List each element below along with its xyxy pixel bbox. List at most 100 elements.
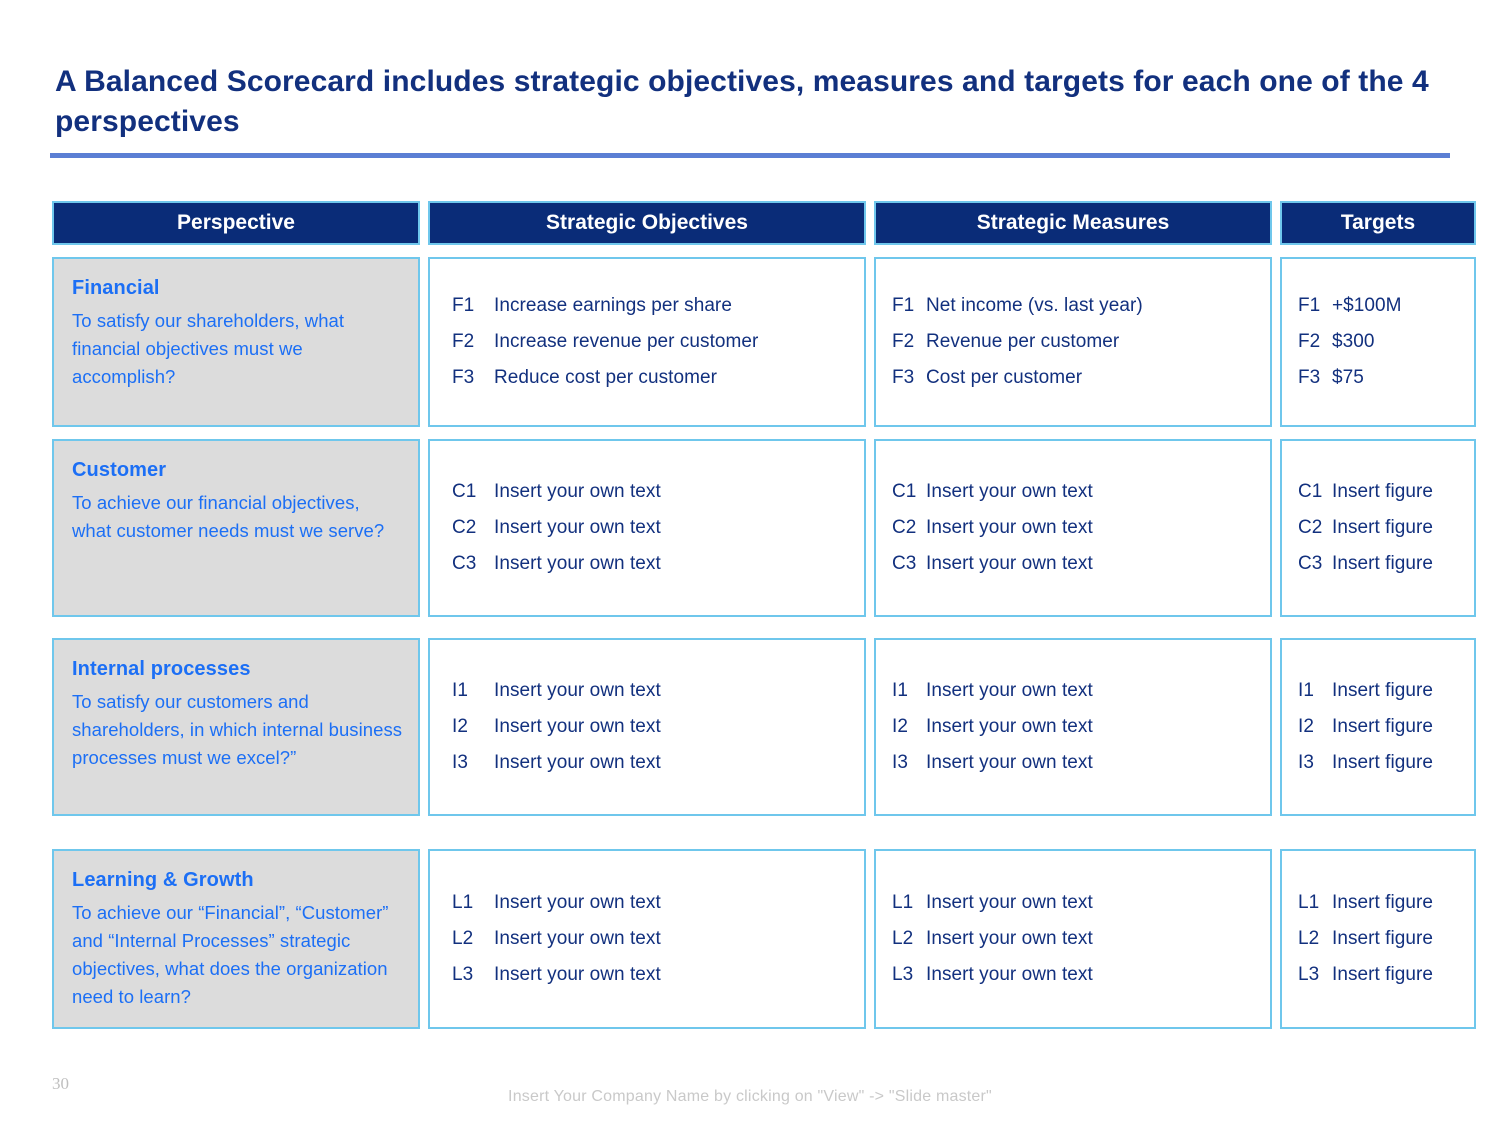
item-text: Insert your own text [494,716,661,737]
item-text: Insert your own text [494,553,661,574]
targets-list: F1 +$100M F2 $300 F3 $75 [1282,295,1474,389]
measures-list: L1 Insert your own text L2 Insert your o… [876,892,1270,986]
item-text: Insert your own text [926,892,1093,913]
perspective-cell-learning-growth: Learning & Growth To achieve our “Financ… [52,849,420,1029]
list-item: F1 +$100M [1298,295,1464,317]
item-code: I2 [452,716,468,737]
column-header-strategic-measures: Strategic Measures [874,201,1272,245]
list-item: C2 Insert figure [1298,517,1464,539]
item-code: I1 [892,680,908,701]
item-text: Insert your own text [926,716,1093,737]
item-text: Insert your own text [926,553,1093,574]
list-item: F1 Increase earnings per share [452,295,854,317]
item-code: L3 [1298,964,1320,985]
list-item: L1 Insert figure [1298,892,1464,914]
item-code: I3 [452,752,468,773]
title-underline-rule [50,153,1450,158]
slide-master-footer-note: Insert Your Company Name by clicking on … [508,1088,992,1105]
item-text: Insert figure [1332,892,1433,913]
item-text: Insert figure [1332,680,1433,701]
column-header-label: Strategic Measures [976,211,1170,234]
objectives-cell-learning-growth: L1 Insert your own text L2 Insert your o… [428,849,866,1029]
item-code: F3 [452,367,475,388]
measures-list: C1 Insert your own text C2 Insert your o… [876,481,1270,575]
targets-list: C1 Insert figure C2 Insert figure C3 Ins… [1282,481,1474,575]
item-text: Insert your own text [926,517,1093,538]
table-row-internal-processes: Internal processes To satisfy our custom… [52,638,1476,816]
measures-list: I1 Insert your own text I2 Insert your o… [876,680,1270,774]
list-item: F2 $300 [1298,331,1464,353]
perspective-title: Internal processes [72,658,251,680]
balanced-scorecard-table: Perspective Strategic Objectives Strateg… [52,201,1476,1029]
item-text: Increase earnings per share [494,295,732,316]
item-code: L2 [892,928,914,949]
item-code: C1 [892,481,917,502]
list-item: L1 Insert your own text [892,892,1260,914]
item-text: +$100M [1332,295,1402,316]
list-item: L2 Insert figure [1298,928,1464,950]
item-code: C1 [452,481,477,502]
list-item: I3 Insert your own text [892,752,1260,774]
column-header-label: Perspective [177,211,295,234]
measures-list: F1 Net income (vs. last year) F2 Revenue… [876,295,1270,389]
column-header-label: Targets [1340,211,1416,234]
list-item: I1 Insert figure [1298,680,1464,702]
list-item: F3 $75 [1298,367,1464,389]
list-item: C3 Insert your own text [892,553,1260,575]
item-text: Insert your own text [494,517,661,538]
list-item: F2 Revenue per customer [892,331,1260,353]
list-item: L1 Insert your own text [452,892,854,914]
item-code: L1 [452,892,474,913]
table-row-customer: Customer To achieve our financial object… [52,439,1476,617]
objectives-list: I1 Insert your own text I2 Insert your o… [430,680,864,774]
item-code: L1 [892,892,914,913]
item-text: Insert your own text [494,680,661,701]
list-item: L2 Insert your own text [452,928,854,950]
list-item: C3 Insert figure [1298,553,1464,575]
objectives-cell-internal-processes: I1 Insert your own text I2 Insert your o… [428,638,866,816]
list-item: I3 Insert figure [1298,752,1464,774]
item-text: $75 [1332,367,1364,388]
item-code: C2 [892,517,917,538]
list-item: I2 Insert your own text [892,716,1260,738]
perspective-cell-financial: Financial To satisfy our shareholders, w… [52,257,420,427]
item-code: F1 [1298,295,1321,316]
item-code: C3 [892,553,917,574]
targets-cell-internal-processes: I1 Insert figure I2 Insert figure I3 Ins… [1280,638,1476,816]
perspective-description: To satisfy our customers and shareholder… [72,691,403,769]
measures-cell-customer: C1 Insert your own text C2 Insert your o… [874,439,1272,617]
list-item: F1 Net income (vs. last year) [892,295,1260,317]
item-code: L3 [452,964,474,985]
list-item: C2 Insert your own text [892,517,1260,539]
item-code: F3 [892,367,915,388]
item-text: Net income (vs. last year) [926,295,1143,316]
targets-cell-learning-growth: L1 Insert figure L2 Insert figure L3 Ins… [1280,849,1476,1029]
perspective-description: To achieve our financial objectives, wha… [72,492,385,542]
item-code: C1 [1298,481,1323,502]
item-text: Insert your own text [926,928,1093,949]
perspective-cell-internal-processes: Internal processes To satisfy our custom… [52,638,420,816]
item-text: Insert your own text [494,481,661,502]
item-code: F2 [892,331,915,352]
item-code: F1 [452,295,475,316]
item-code: C3 [1298,553,1323,574]
list-item: I2 Insert your own text [452,716,854,738]
objectives-list: C1 Insert your own text C2 Insert your o… [430,481,864,575]
perspective-cell-customer: Customer To achieve our financial object… [52,439,420,617]
item-text: Reduce cost per customer [494,367,717,388]
objectives-list: L1 Insert your own text L2 Insert your o… [430,892,864,986]
targets-list: I1 Insert figure I2 Insert figure I3 Ins… [1282,680,1474,774]
item-text: Insert your own text [494,892,661,913]
page-title: A Balanced Scorecard includes strategic … [55,65,1429,139]
list-item: C1 Insert your own text [892,481,1260,503]
column-header-strategic-objectives: Strategic Objectives [428,201,866,245]
table-row-learning-growth: Learning & Growth To achieve our “Financ… [52,849,1476,1029]
list-item: C3 Insert your own text [452,553,854,575]
item-text: Insert figure [1332,964,1433,985]
list-item: C2 Insert your own text [452,517,854,539]
list-item: L2 Insert your own text [892,928,1260,950]
item-text: Insert your own text [926,964,1093,985]
list-item: L3 Insert your own text [892,964,1260,986]
item-text: Insert figure [1332,716,1433,737]
item-code: C2 [1298,517,1323,538]
